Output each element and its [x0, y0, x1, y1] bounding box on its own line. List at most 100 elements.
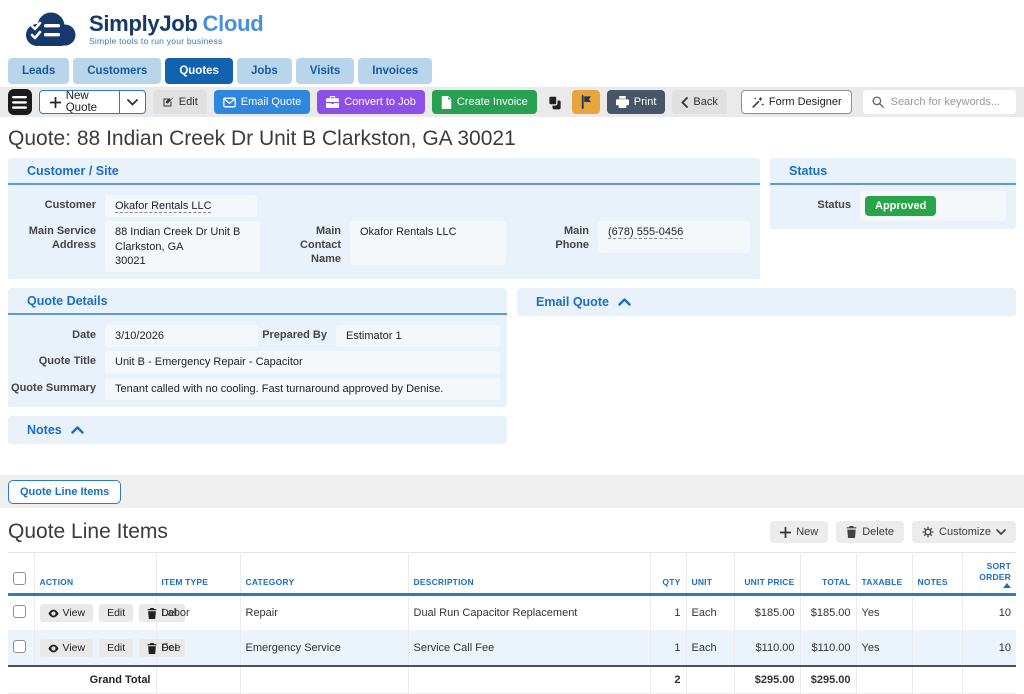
- col-qty: Qty: [650, 553, 686, 595]
- select-all-checkbox[interactable]: [13, 572, 26, 585]
- email-quote-button[interactable]: Email Quote: [214, 90, 311, 114]
- status-panel: Status Status Approved: [770, 158, 1016, 229]
- search-input[interactable]: [891, 96, 1007, 108]
- chevron-up-icon: [618, 298, 631, 306]
- nav-tab-invoices[interactable]: Invoices: [358, 58, 432, 84]
- new-quote-dropdown-toggle[interactable]: [119, 91, 145, 113]
- eye-icon: [48, 609, 59, 618]
- grand-total-qty: 2: [650, 666, 686, 694]
- main-phone-label: Main Phone: [540, 221, 598, 253]
- quote-title-field: Unit B - Emergency Repair - Capacitor: [105, 351, 500, 373]
- cell-item-type: Labor: [156, 595, 240, 631]
- nav-tab-jobs[interactable]: Jobs: [237, 58, 292, 84]
- email-quote-section-toggle[interactable]: Email Quote: [517, 288, 1016, 316]
- toolbar: New Quote Edit Email Quote Convert to Jo…: [0, 87, 1024, 117]
- status-badge: Approved: [865, 196, 936, 216]
- view-row-button[interactable]: View: [40, 604, 94, 622]
- app-logo: SimplyJobCloud Simple tools to run your …: [20, 7, 263, 51]
- edit-button[interactable]: Edit: [153, 90, 207, 114]
- customer-link[interactable]: Okafor Rentals LLC: [115, 200, 212, 212]
- notes-section-toggle[interactable]: Notes: [8, 416, 507, 444]
- row-checkbox[interactable]: [13, 605, 26, 618]
- cell-total: $110.00: [800, 631, 856, 667]
- new-quote-button[interactable]: New Quote: [40, 91, 119, 113]
- col-unit-price: Unit Price: [734, 553, 800, 595]
- quote-details-header: Quote Details: [8, 288, 507, 315]
- form-designer-button[interactable]: Form Designer: [741, 90, 852, 114]
- row-checkbox[interactable]: [13, 640, 26, 653]
- nav-tab-quotes[interactable]: Quotes: [165, 58, 233, 84]
- envelope-icon: [223, 97, 236, 108]
- copy-icon: [547, 95, 562, 110]
- col-description: Description: [408, 553, 650, 595]
- chevron-left-icon: [681, 97, 688, 108]
- customize-button[interactable]: Customize: [912, 521, 1016, 543]
- prepared-by-label: Prepared By: [258, 325, 336, 343]
- contact-name-label: Main Contact Name: [290, 221, 350, 266]
- chevron-down-icon: [996, 529, 1006, 535]
- col-item-type: Item Type: [156, 553, 240, 595]
- cell-category: Emergency Service: [240, 631, 408, 667]
- line-items-tab-band: Quote Line Items: [0, 475, 1024, 508]
- search-icon: [872, 96, 884, 108]
- customer-label: Customer: [8, 195, 105, 213]
- main-phone-field: (678) 555-0456: [598, 221, 750, 253]
- col-total: Total: [800, 553, 856, 595]
- trash-icon: [147, 608, 157, 619]
- col-unit: Unit: [686, 553, 734, 595]
- cell-unit: Each: [686, 631, 734, 667]
- cell-item-type: Fee: [156, 631, 240, 667]
- sort-ascending-icon: [1003, 583, 1011, 588]
- main-phone-link[interactable]: (678) 555-0456: [608, 226, 683, 238]
- status-field: Approved: [860, 191, 1006, 221]
- notes-section-title: Notes: [27, 423, 62, 437]
- hamburger-icon: [12, 96, 27, 109]
- tab-quote-line-items[interactable]: Quote Line Items: [8, 480, 121, 504]
- col-taxable: Taxable: [856, 553, 912, 595]
- address-field: 88 Indian Creek Dr Unit B Clarkston, GA …: [105, 221, 260, 272]
- edit-row-button[interactable]: Edit: [99, 604, 133, 622]
- gear-icon: [922, 526, 934, 538]
- copy-button[interactable]: [544, 90, 565, 114]
- col-notes: Notes: [912, 553, 962, 595]
- search-box: [863, 90, 1016, 114]
- brand-name-primary: SimplyJob: [89, 11, 198, 36]
- trash-icon: [147, 643, 157, 654]
- trash-icon: [846, 526, 857, 538]
- nav-tab-leads[interactable]: Leads: [8, 58, 69, 84]
- brand-name-secondary: Cloud: [203, 11, 264, 36]
- create-invoice-button[interactable]: Create Invoice: [432, 90, 537, 114]
- cell-unit-price: $110.00: [734, 631, 800, 667]
- email-quote-section-title: Email Quote: [536, 295, 609, 309]
- chevron-down-icon: [127, 99, 138, 106]
- customer-field: Okafor Rentals LLC: [105, 195, 257, 217]
- back-button[interactable]: Back: [672, 90, 726, 114]
- cell-notes: [912, 595, 962, 631]
- brand-text: SimplyJobCloud Simple tools to run your …: [89, 12, 263, 46]
- flag-button[interactable]: [572, 90, 600, 114]
- quote-details-panel: Quote Details Date 3/10/2026 Prepared By…: [8, 288, 507, 407]
- print-button[interactable]: Print: [607, 90, 666, 114]
- table-row: View Edit Del Fee Emergency Service Serv…: [8, 631, 1016, 667]
- convert-to-job-button[interactable]: Convert to Job: [317, 90, 425, 114]
- cell-qty: 1: [650, 631, 686, 667]
- table-row: View Edit Del Labor Repair Dual Run Capa…: [8, 595, 1016, 631]
- view-row-button[interactable]: View: [40, 639, 94, 657]
- plus-icon: [780, 527, 791, 538]
- delete-line-items-button[interactable]: Delete: [836, 521, 904, 543]
- cell-sort-order: 10: [962, 631, 1016, 667]
- nav-tab-visits[interactable]: Visits: [296, 58, 354, 84]
- chevron-up-icon: [71, 426, 84, 434]
- cell-category: Repair: [240, 595, 408, 631]
- edit-row-button[interactable]: Edit: [99, 639, 133, 657]
- nav-tab-customers[interactable]: Customers: [73, 58, 161, 84]
- cell-unit: Each: [686, 595, 734, 631]
- col-sort-order[interactable]: Sort Order: [962, 553, 1016, 595]
- main-nav: Leads Customers Quotes Jobs Visits Invoi…: [0, 58, 1024, 87]
- cell-unit-price: $185.00: [734, 595, 800, 631]
- contact-name-field: Okafor Rentals LLC: [350, 221, 506, 265]
- cell-description: Dual Run Capacitor Replacement: [408, 595, 650, 631]
- menu-button[interactable]: [8, 89, 32, 115]
- grand-total-total: $295.00: [800, 666, 856, 694]
- new-line-item-button[interactable]: New: [770, 521, 828, 543]
